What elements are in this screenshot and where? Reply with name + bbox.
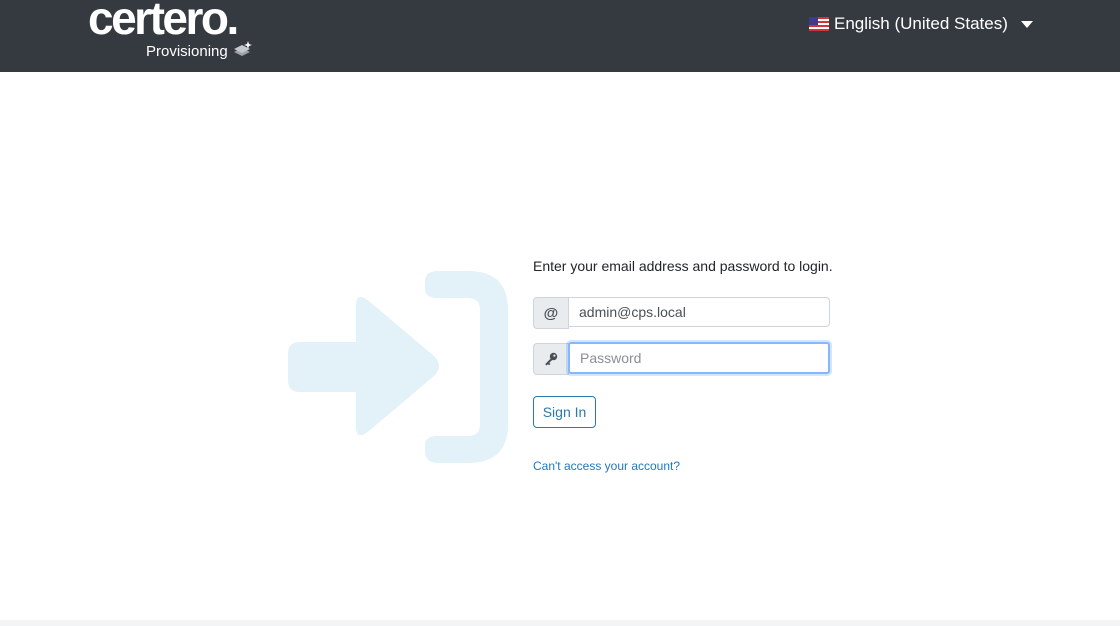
- password-input-group: [533, 342, 830, 375]
- layers-sparkle-icon: [233, 40, 253, 63]
- sign-in-button[interactable]: Sign In: [533, 396, 596, 428]
- at-sign-icon: @: [533, 297, 569, 329]
- product-label: Provisioning: [146, 40, 253, 63]
- product-name: Provisioning: [146, 42, 228, 60]
- brand-logo[interactable]: certero.: [88, 0, 239, 44]
- key-icon: [533, 343, 569, 375]
- forgot-account-link[interactable]: Can't access your account?: [533, 459, 680, 473]
- language-selector[interactable]: English (United States): [809, 13, 1033, 35]
- password-field[interactable]: [568, 342, 830, 374]
- top-navbar: certero. Provisioning English (United St…: [0, 0, 1120, 72]
- language-label: English (United States): [834, 14, 1008, 33]
- sign-in-illustration-icon: [288, 271, 508, 463]
- us-flag-icon: [809, 17, 829, 31]
- email-field[interactable]: [569, 297, 830, 327]
- email-input-group: @: [533, 297, 830, 329]
- login-instructions: Enter your email address and password to…: [533, 258, 833, 274]
- chevron-down-icon: [1020, 20, 1033, 28]
- footer-divider: [0, 620, 1120, 626]
